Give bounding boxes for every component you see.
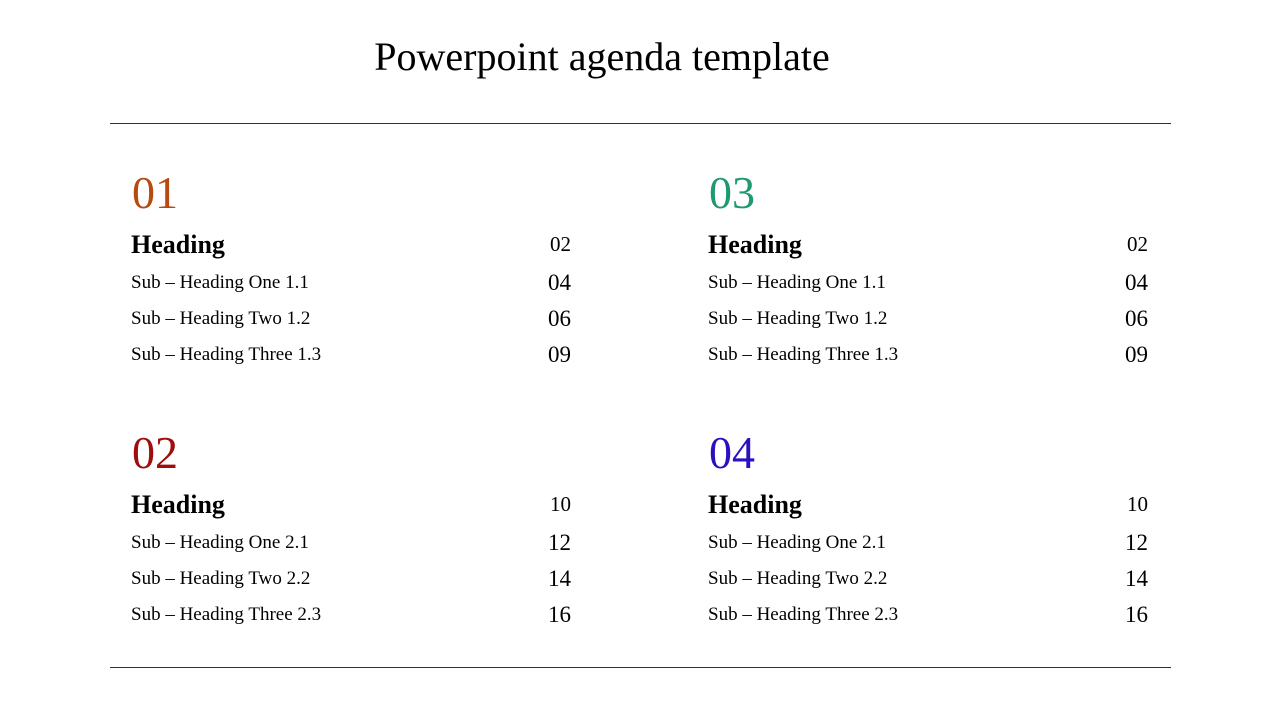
section-heading-row: Heading 10 xyxy=(131,490,571,530)
subheading-label: Sub – Heading Two 2.2 xyxy=(708,568,888,589)
agenda-section-03: 03 Heading 02 Sub – Heading One 1.1 04 S… xyxy=(708,168,1148,378)
list-item: Sub – Heading Three 1.3 09 xyxy=(708,342,1148,378)
section-heading-row: Heading 10 xyxy=(708,490,1148,530)
subheading-label: Sub – Heading One 2.1 xyxy=(131,532,309,553)
list-item: Sub – Heading Two 1.2 06 xyxy=(131,306,571,342)
agenda-section-01: 01 Heading 02 Sub – Heading One 1.1 04 S… xyxy=(131,168,571,378)
list-item: Sub – Heading Two 2.2 14 xyxy=(708,566,1148,602)
subheading-page: 09 xyxy=(1125,342,1148,367)
subheading-label: Sub – Heading Three 2.3 xyxy=(708,604,899,625)
heading-label: Heading xyxy=(708,230,802,259)
list-item: Sub – Heading One 2.1 12 xyxy=(708,530,1148,566)
list-item: Sub – Heading Two 1.2 06 xyxy=(708,306,1148,342)
subheading-page: 04 xyxy=(548,270,571,295)
section-number: 02 xyxy=(132,427,178,478)
heading-page: 02 xyxy=(1127,232,1148,256)
subheading-page: 16 xyxy=(548,602,571,627)
heading-page: 10 xyxy=(550,492,571,516)
subheading-label: Sub – Heading Two 2.2 xyxy=(131,568,311,589)
subheading-page: 06 xyxy=(1125,306,1148,331)
section-number: 01 xyxy=(132,167,178,218)
subheading-label: Sub – Heading Two 1.2 xyxy=(708,308,888,329)
list-item: Sub – Heading One 2.1 12 xyxy=(131,530,571,566)
page-title: Powerpoint agenda template xyxy=(374,34,830,79)
subheading-label: Sub – Heading One 1.1 xyxy=(131,272,309,293)
subheading-page: 16 xyxy=(1125,602,1148,627)
bottom-divider xyxy=(110,667,1171,668)
list-item: Sub – Heading Three 1.3 09 xyxy=(131,342,571,378)
subheading-page: 06 xyxy=(548,306,571,331)
subheading-label: Sub – Heading Three 1.3 xyxy=(131,344,322,365)
section-number: 04 xyxy=(709,427,755,478)
subheading-label: Sub – Heading Three 2.3 xyxy=(131,604,322,625)
subheading-page: 12 xyxy=(548,530,571,555)
subheading-label: Sub – Heading One 1.1 xyxy=(708,272,886,293)
agenda-section-02: 02 Heading 10 Sub – Heading One 2.1 12 S… xyxy=(131,428,571,638)
section-heading-row: Heading 02 xyxy=(131,230,571,270)
list-item: Sub – Heading Three 2.3 16 xyxy=(131,602,571,638)
agenda-section-04: 04 Heading 10 Sub – Heading One 2.1 12 S… xyxy=(708,428,1148,638)
list-item: Sub – Heading One 1.1 04 xyxy=(131,270,571,306)
list-item: Sub – Heading Three 2.3 16 xyxy=(708,602,1148,638)
heading-label: Heading xyxy=(131,230,225,259)
top-divider xyxy=(110,123,1171,124)
list-item: Sub – Heading One 1.1 04 xyxy=(708,270,1148,306)
heading-label: Heading xyxy=(131,490,225,519)
heading-label: Heading xyxy=(708,490,802,519)
list-item: Sub – Heading Two 2.2 14 xyxy=(131,566,571,602)
heading-page: 10 xyxy=(1127,492,1148,516)
subheading-page: 14 xyxy=(548,566,571,591)
heading-page: 02 xyxy=(550,232,571,256)
section-heading-row: Heading 02 xyxy=(708,230,1148,270)
subheading-page: 12 xyxy=(1125,530,1148,555)
subheading-label: Sub – Heading Two 1.2 xyxy=(131,308,311,329)
subheading-page: 09 xyxy=(548,342,571,367)
subheading-label: Sub – Heading One 2.1 xyxy=(708,532,886,553)
subheading-label: Sub – Heading Three 1.3 xyxy=(708,344,899,365)
subheading-page: 04 xyxy=(1125,270,1148,295)
section-number: 03 xyxy=(709,167,755,218)
subheading-page: 14 xyxy=(1125,566,1148,591)
